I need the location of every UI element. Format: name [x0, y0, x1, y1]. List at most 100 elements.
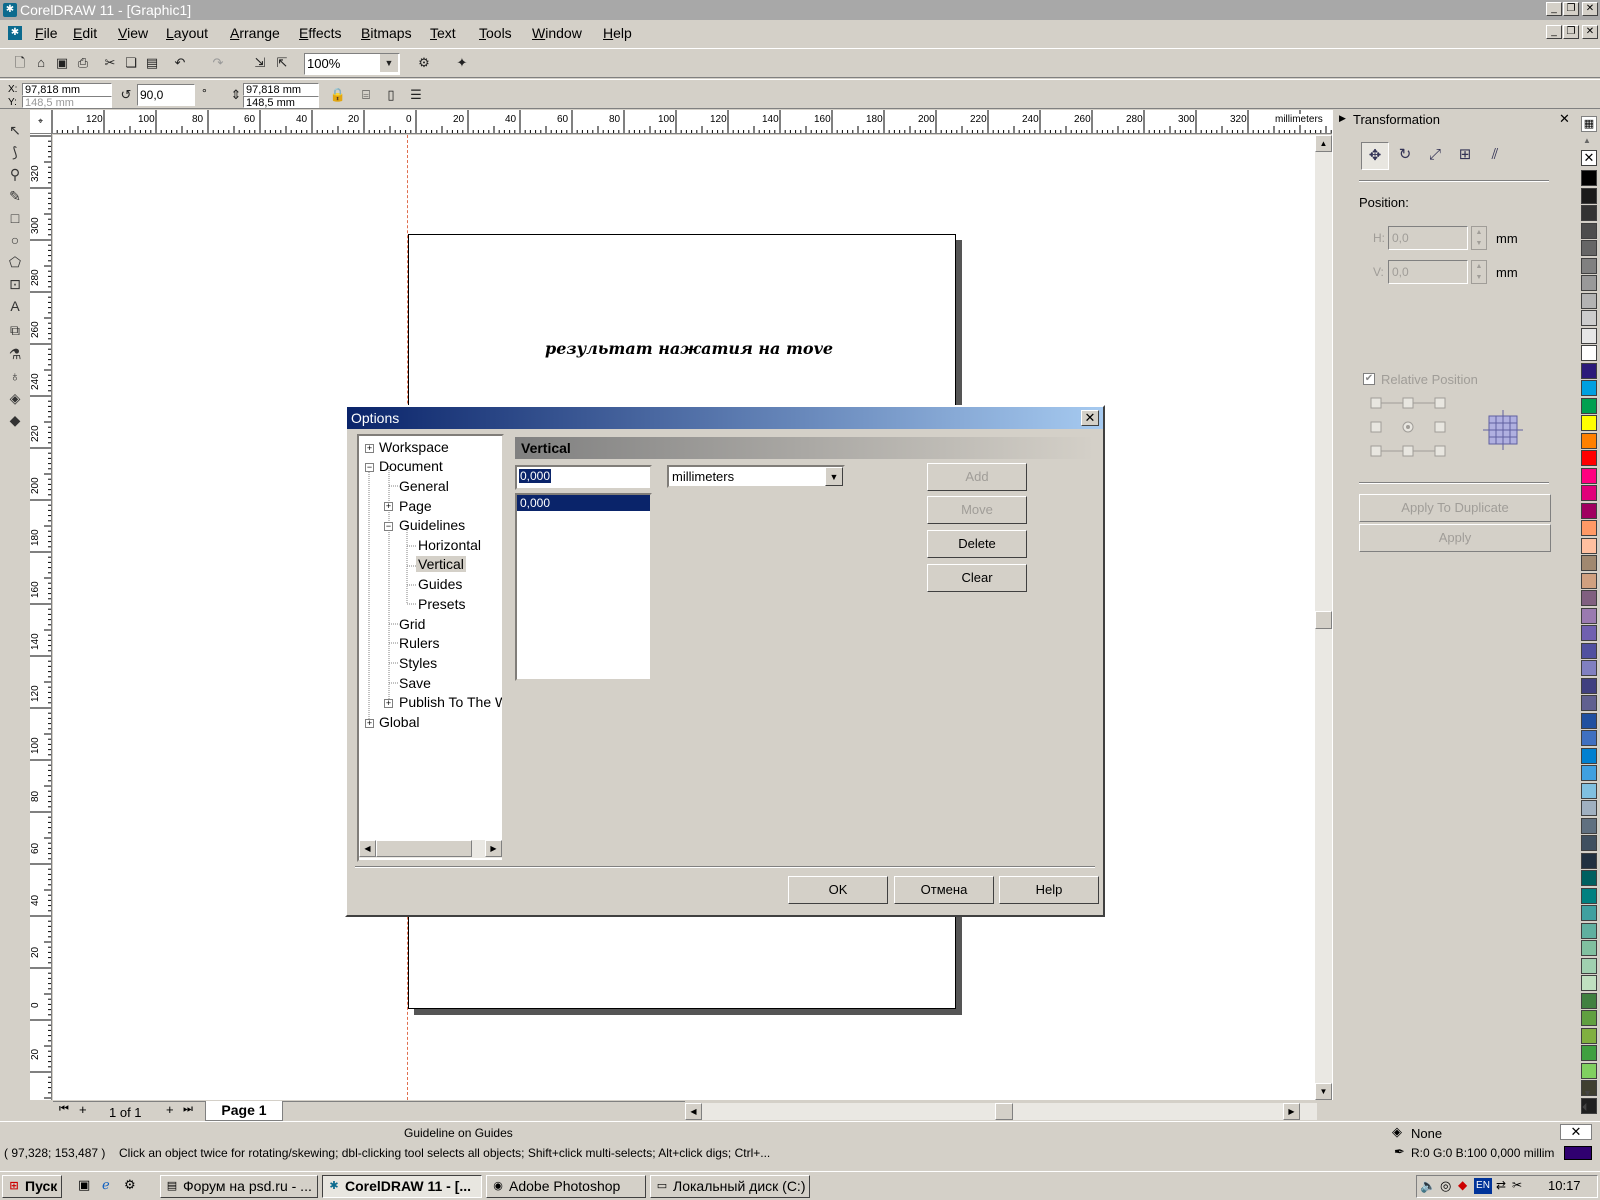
rectangle-tool-icon[interactable]: □ — [5, 208, 25, 228]
scroll-right-icon[interactable]: ▶ — [1283, 1103, 1300, 1120]
vertical-scroll-thumb[interactable] — [1315, 611, 1332, 629]
palette-expand-icon[interactable]: ⏴ — [1582, 1102, 1588, 1115]
palette-options-icon[interactable]: ▦ — [1581, 116, 1597, 132]
scroll-up-icon[interactable]: ▲ — [1315, 135, 1332, 152]
antivirus-icon[interactable]: ◆ — [1458, 1178, 1467, 1192]
color-swatch[interactable] — [1581, 205, 1597, 221]
menu-edit[interactable]: Edit — [73, 25, 97, 41]
internet-explorer-icon[interactable]: ℯ — [102, 1177, 110, 1193]
color-swatch[interactable] — [1581, 502, 1597, 519]
tree-item-global[interactable]: Global — [379, 714, 419, 730]
unit-select[interactable]: millimeters ▼ — [667, 465, 845, 488]
tree-item-vertical[interactable]: Vertical — [416, 556, 466, 572]
color-swatch[interactable] — [1581, 467, 1597, 484]
color-swatch[interactable] — [1581, 555, 1597, 571]
add-page-before-icon[interactable]: + — [79, 1102, 87, 1117]
color-swatch[interactable] — [1581, 240, 1597, 256]
color-swatch[interactable] — [1581, 730, 1597, 746]
color-swatch[interactable] — [1581, 572, 1597, 589]
menu-tools[interactable]: Tools — [479, 25, 512, 41]
color-swatch[interactable] — [1581, 905, 1597, 921]
chevron-down-icon[interactable]: ▼ — [380, 54, 398, 72]
color-swatch[interactable] — [1581, 677, 1597, 694]
color-swatch[interactable] — [1581, 1045, 1597, 1061]
guideline-value-input[interactable]: 0,000 — [515, 465, 652, 490]
h-position-field[interactable]: 0,0 — [1388, 226, 1468, 250]
move-button[interactable]: Move — [927, 496, 1027, 524]
color-swatch[interactable] — [1581, 765, 1597, 781]
height-field[interactable]: 148,5 mm — [243, 96, 319, 109]
docker-collapse-icon[interactable]: ▶ — [1339, 113, 1346, 124]
tree-item-rulers[interactable]: Rulers — [399, 635, 439, 651]
lock-icon[interactable]: 🔒 — [328, 85, 348, 105]
h-spinner-icon[interactable]: ▲ ▼ — [1471, 226, 1487, 250]
color-swatch[interactable] — [1581, 415, 1597, 431]
color-swatch[interactable] — [1581, 747, 1597, 764]
vertical-scrollbar[interactable]: ▲ ▼ — [1315, 135, 1332, 1100]
save-icon[interactable]: ▣ — [52, 53, 72, 73]
menu-bitmaps[interactable]: Bitmaps — [361, 25, 412, 41]
color-swatch[interactable] — [1581, 222, 1597, 239]
color-swatch[interactable] — [1581, 660, 1597, 676]
color-swatch[interactable] — [1581, 397, 1597, 414]
tree-item-guidelines[interactable]: Guidelines — [399, 517, 465, 533]
anchor-grid[interactable] — [1369, 396, 1453, 462]
fill-swatch-none-icon[interactable]: ✕ — [1560, 1124, 1592, 1140]
color-swatch[interactable] — [1581, 852, 1597, 869]
scroll-left-icon[interactable]: ◀ — [685, 1103, 702, 1120]
color-swatch[interactable] — [1581, 537, 1597, 554]
color-swatch[interactable] — [1581, 625, 1597, 641]
color-swatch[interactable] — [1581, 800, 1597, 816]
task-photoshop[interactable]: ◉ Adobe Photoshop — [486, 1175, 646, 1198]
interactive-tool-icon[interactable]: ⧉ — [5, 320, 25, 340]
menu-text[interactable]: Text — [430, 25, 456, 41]
relative-position-checkbox[interactable]: ✔ — [1363, 373, 1375, 385]
doc-close-icon[interactable]: ✕ — [1582, 25, 1598, 39]
restore-icon[interactable]: ❐ — [1563, 2, 1579, 16]
undo-icon[interactable]: ↶ — [170, 53, 190, 73]
ellipse-tool-icon[interactable]: ○ — [5, 230, 25, 250]
pick-tool-icon[interactable]: ↖ — [5, 120, 25, 140]
tree-item-save[interactable]: Save — [399, 675, 431, 691]
quicklaunch-app-icon[interactable]: ⚙ — [124, 1177, 136, 1193]
color-swatch[interactable] — [1581, 922, 1597, 939]
add-page-after-icon[interactable]: + — [166, 1102, 174, 1117]
apply-to-duplicate-button[interactable]: Apply To Duplicate — [1359, 494, 1551, 522]
position-tab-icon[interactable]: ✥ — [1361, 142, 1389, 170]
tree-item-styles[interactable]: Styles — [399, 655, 437, 671]
last-page-icon[interactable]: ⏭ — [183, 1103, 193, 1116]
collapse-document-icon[interactable]: − — [365, 463, 374, 472]
color-swatch[interactable] — [1581, 485, 1597, 501]
close-icon[interactable]: ✕ — [1582, 2, 1598, 16]
docker-close-icon[interactable]: ✕ — [1559, 111, 1570, 127]
cancel-button[interactable]: Отмена — [894, 876, 994, 904]
rotate-tab-icon[interactable]: ↻ — [1391, 142, 1419, 170]
tree-item-page[interactable]: Page — [399, 498, 432, 514]
tree-scroll-right-icon[interactable]: ▶ — [485, 840, 502, 857]
shape-tool-icon[interactable]: ⟆ — [5, 142, 25, 162]
outline-color-swatch[interactable] — [1564, 1146, 1592, 1160]
color-swatch[interactable] — [1581, 380, 1597, 396]
menu-file[interactable]: File — [35, 25, 58, 41]
page-tab[interactable]: Page 1 — [205, 1101, 283, 1121]
tree-item-general[interactable]: General — [399, 478, 449, 494]
language-indicator[interactable]: EN — [1474, 1178, 1492, 1194]
color-swatch[interactable] — [1581, 887, 1597, 904]
y-position-field[interactable]: 148,5 mm — [22, 96, 112, 109]
add-button[interactable]: Add — [927, 463, 1027, 491]
tree-item-horizontal[interactable]: Horizontal — [418, 537, 481, 553]
start-button[interactable]: ⊞ Пуск — [2, 1175, 62, 1198]
color-swatch[interactable] — [1581, 170, 1597, 186]
color-swatch[interactable] — [1581, 275, 1597, 291]
width-field[interactable]: 97,818 mm — [243, 83, 319, 96]
x-position-field[interactable]: 97,818 mm — [22, 83, 112, 96]
color-swatch[interactable] — [1581, 345, 1597, 361]
skew-tab-icon[interactable]: ⫽ — [1481, 142, 1509, 170]
task-coreldraw[interactable]: ✱ CorelDRAW 11 - [... — [322, 1175, 482, 1198]
eyedropper-tool-icon[interactable]: ⚗ — [5, 344, 25, 364]
color-swatch[interactable] — [1581, 520, 1597, 536]
corel-online-icon[interactable]: ✦ — [452, 53, 472, 73]
color-swatch[interactable] — [1581, 292, 1597, 309]
print-icon[interactable]: ⎙ — [73, 53, 93, 73]
zoom-tool-icon[interactable]: ⚲ — [5, 164, 25, 184]
